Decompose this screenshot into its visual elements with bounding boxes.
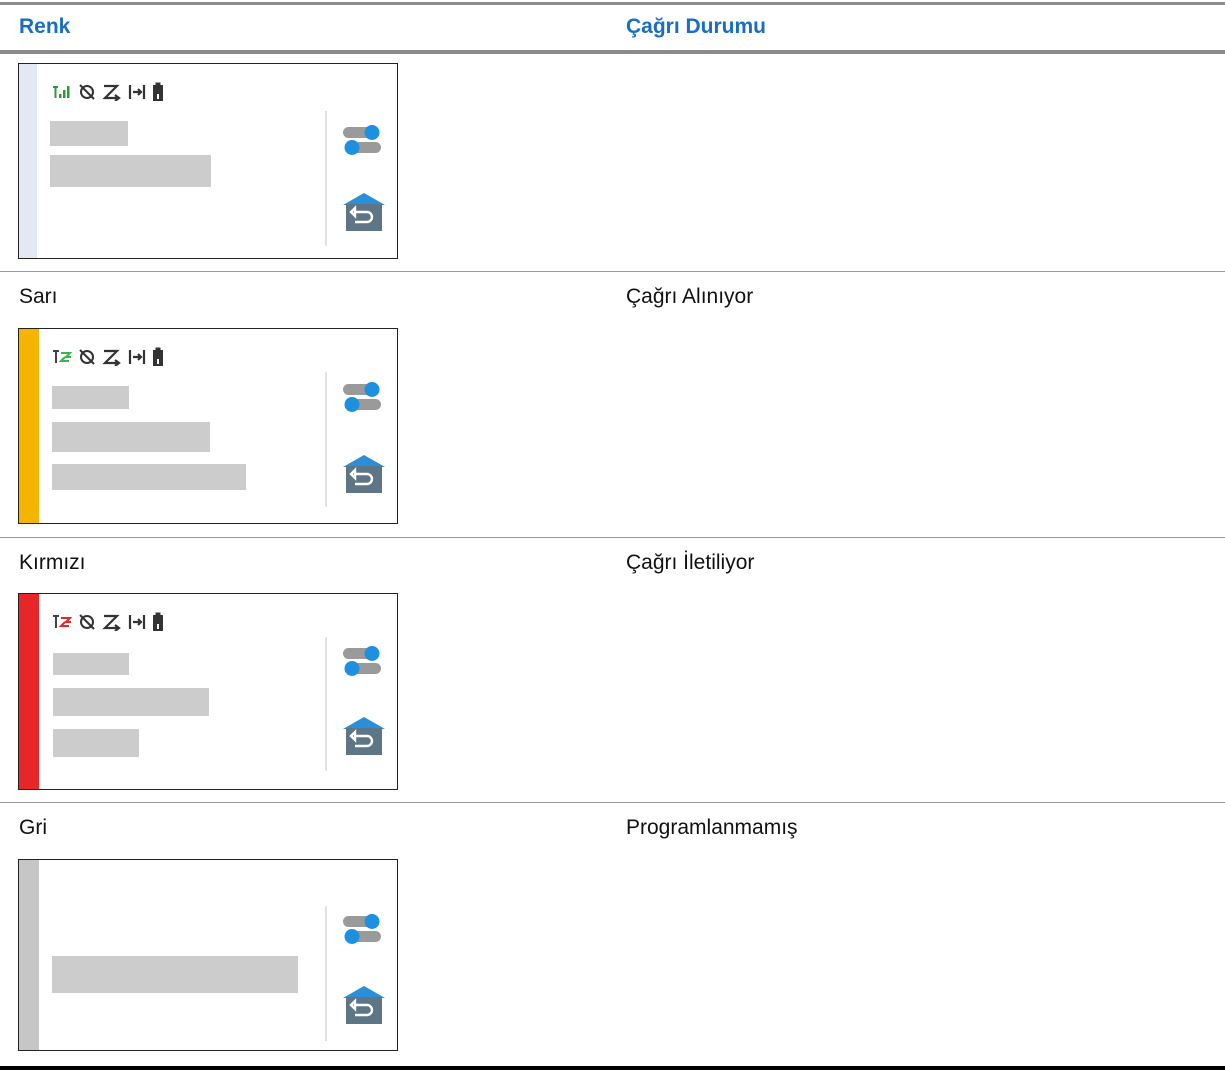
row-status-label: Çağrı Alınıyor [626,285,754,308]
home-back-icon[interactable] [341,984,387,1026]
table-top-rule [0,2,1225,5]
toggle-icon[interactable] [341,642,383,680]
side-divider [325,637,327,771]
status-stripe [19,860,39,1050]
header-color: Renk [19,15,71,38]
table-header-rule [0,50,1225,54]
row-color-label: Sarı [19,285,58,308]
row-color-label: Gri [19,816,47,839]
row-status-label: Programlanmamış [626,816,798,839]
placeholder-bar [52,386,129,409]
status-bar [52,80,164,104]
toggle-icon[interactable] [341,378,383,416]
scan-icon [102,614,121,631]
home-back-icon[interactable] [341,453,387,495]
header-call-status: Çağrı Durumu [626,15,767,38]
status-bar [52,345,164,369]
signal-receive-icon [53,350,72,363]
placeholder-bar [52,422,210,452]
talkaround-icon [128,85,146,99]
placeholder-bar [53,729,139,757]
scan-icon [102,84,121,101]
placeholder-bar [53,688,209,716]
placeholder-bar [52,464,246,490]
table-bottom-rule [0,1066,1225,1070]
radio-screen-transmitting [18,593,398,790]
row-status-label: Çağrı İletiliyor [626,551,755,574]
side-divider [325,111,327,246]
gps-off-icon [79,84,95,100]
radio-screen-receiving [18,328,398,524]
gps-off-icon [79,614,95,630]
radio-screen-unprogrammed [18,859,398,1051]
status-bar [52,610,164,634]
signal-icon [53,86,70,98]
radio-screen-idle [18,63,398,259]
talkaround-icon [128,350,146,364]
placeholder-bar [50,155,211,187]
signal-transmit-icon [53,615,72,628]
toggle-icon[interactable] [341,910,383,948]
talkaround-icon [128,615,146,629]
row-divider [0,802,1225,803]
battery-icon [153,82,163,101]
toggle-icon[interactable] [341,121,383,159]
home-back-icon[interactable] [341,715,387,757]
side-divider [325,372,327,507]
row-divider [0,537,1225,538]
battery-icon [153,347,163,366]
row-divider [0,271,1225,272]
home-back-icon[interactable] [341,191,387,233]
gps-off-icon [79,349,95,365]
battery-icon [153,612,163,631]
placeholder-bar [52,956,298,993]
side-divider [325,906,327,1041]
status-stripe [19,329,39,523]
placeholder-bar [50,121,128,146]
scan-icon [102,349,121,366]
status-stripe [19,64,37,258]
status-stripe [19,594,39,789]
placeholder-bar [53,653,129,675]
row-color-label: Kırmızı [19,551,86,574]
